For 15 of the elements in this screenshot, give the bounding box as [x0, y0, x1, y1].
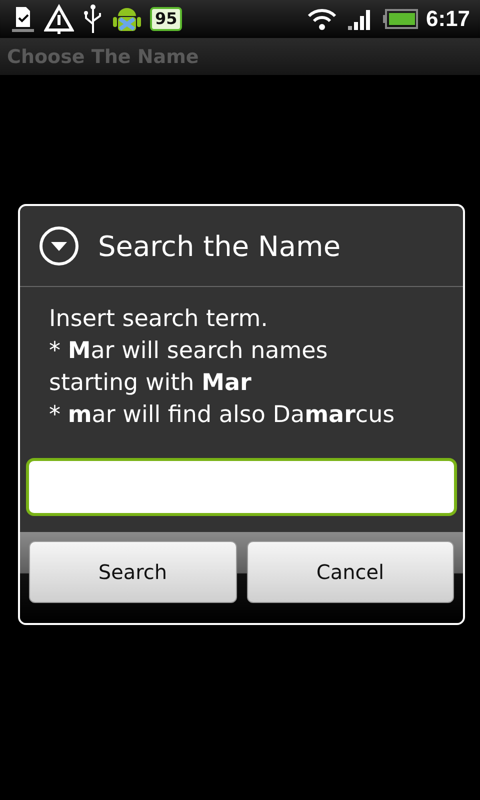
clock: 6:17	[426, 6, 470, 32]
search-field[interactable]	[26, 458, 457, 516]
wifi-icon	[306, 6, 338, 32]
cancel-button[interactable]: Cancel	[246, 541, 454, 603]
download-icon	[10, 5, 36, 33]
app-title: Choose The Name	[7, 46, 199, 68]
message-line: Insert search term.	[49, 305, 269, 334]
dropdown-circle-icon	[38, 225, 80, 267]
usb-icon	[82, 4, 104, 34]
warning-icon	[44, 4, 74, 34]
message-line: *mar will find also Damarcus	[49, 401, 396, 430]
battery-icon	[382, 8, 418, 30]
dialog-title: Search the Name	[98, 230, 341, 262]
battery-badge: 95	[150, 7, 182, 31]
search-button[interactable]: Search	[29, 541, 236, 603]
